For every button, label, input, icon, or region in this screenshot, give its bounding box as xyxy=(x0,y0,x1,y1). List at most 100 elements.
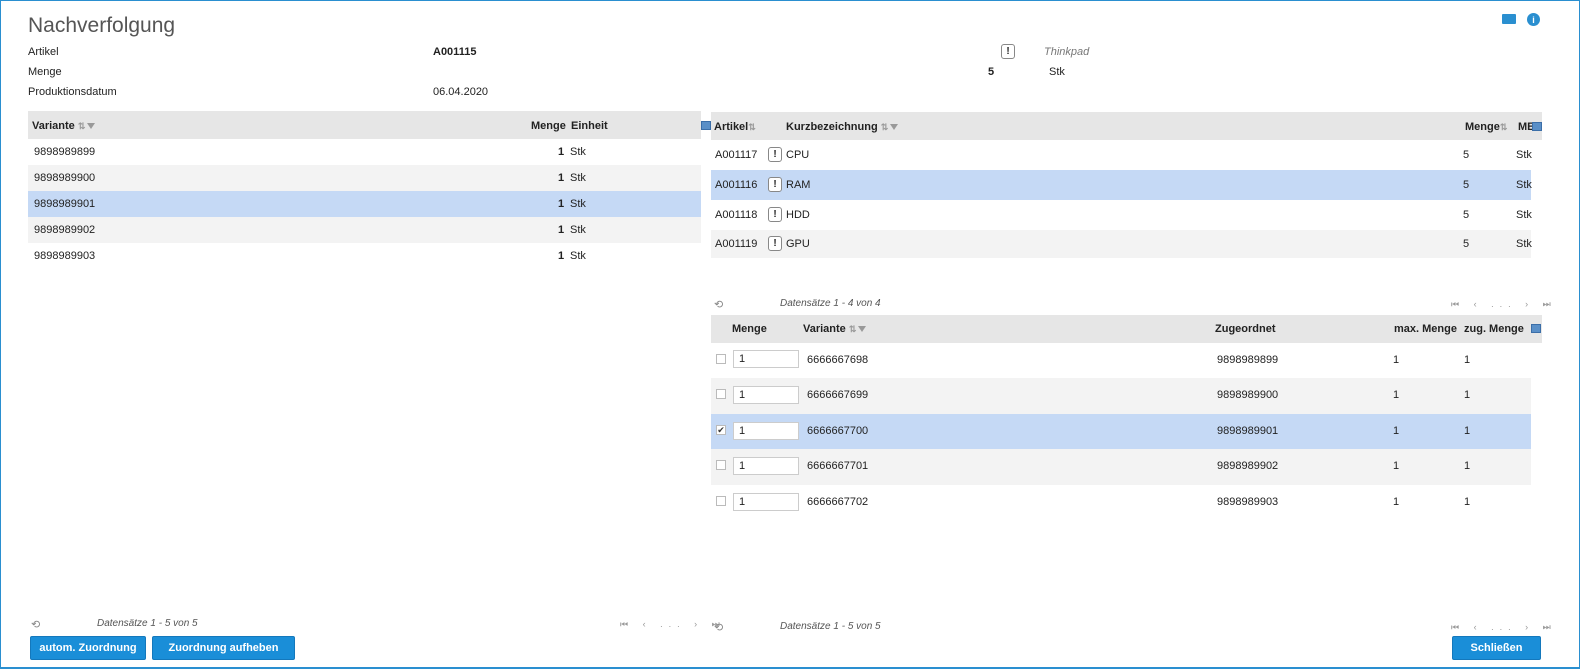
menge-label: Menge xyxy=(28,66,62,78)
column-chooser-icon[interactable] xyxy=(701,121,711,130)
max-menge-cell: 1 xyxy=(1393,354,1400,366)
article-info-button[interactable]: ! xyxy=(768,236,782,251)
pager-controls[interactable]: ⏮ ‹ ... › ⏭ xyxy=(620,619,726,630)
menge-value: 5 xyxy=(988,66,995,78)
col-max-menge[interactable]: max. Menge xyxy=(1394,323,1457,335)
refresh-icon[interactable]: ⟲ xyxy=(714,298,723,311)
kurz-cell: GPU xyxy=(786,238,810,250)
table-row[interactable]: 1 6666667698 9898989899 1 1 xyxy=(711,343,1531,378)
variante-cell: 9898989901 xyxy=(34,198,96,210)
menge-input[interactable]: 1 xyxy=(733,350,799,368)
auto-assign-button[interactable]: autom. Zuordnung xyxy=(30,636,146,660)
filter-icon[interactable] xyxy=(858,326,867,333)
zug-menge-cell: 1 xyxy=(1464,496,1471,508)
menge-input[interactable]: 1 xyxy=(733,422,799,440)
col-einheit[interactable]: Einheit xyxy=(571,120,608,132)
left-table-header: Variante ⇅ Menge Einheit xyxy=(28,111,711,139)
menge-cell: 1 xyxy=(558,250,565,262)
table-row[interactable]: A001119 ! GPU 5 Stk xyxy=(711,230,1532,258)
refresh-icon[interactable]: ⟲ xyxy=(714,621,723,634)
column-chooser-icon[interactable] xyxy=(1532,122,1542,131)
col-artikel[interactable]: Artikel⇅ xyxy=(714,121,756,133)
artikel-info-button[interactable]: ! xyxy=(1001,44,1015,59)
article-info-button[interactable]: ! xyxy=(768,207,782,222)
col-menge[interactable]: Menge⇅ xyxy=(1465,121,1507,133)
zugeordnet-cell: 9898989900 xyxy=(1217,389,1279,401)
table-row[interactable]: 9898989901 1 Stk xyxy=(28,191,701,217)
col-kurzbezeichnung[interactable]: Kurzbezeichnung ⇅ xyxy=(786,121,899,133)
zugeordnet-cell: 9898989902 xyxy=(1217,460,1279,472)
table-row[interactable]: 1 6666667702 9898989903 1 1 xyxy=(711,485,1531,520)
zug-menge-cell: 1 xyxy=(1464,354,1471,366)
table-row[interactable]: 1 6666667699 9898989900 1 1 xyxy=(711,378,1531,414)
table-row[interactable]: 1 6666667701 9898989902 1 1 xyxy=(711,449,1531,485)
row-checkbox[interactable] xyxy=(716,496,726,506)
artikel-value: A001115 xyxy=(433,46,477,58)
kurz-cell: HDD xyxy=(786,209,810,221)
filter-icon[interactable] xyxy=(890,124,899,131)
variante-cell: 9898989902 xyxy=(34,224,96,236)
table-row[interactable]: A001116 ! RAM 5 Stk xyxy=(711,170,1532,200)
close-button[interactable]: Schließen xyxy=(1452,636,1541,660)
table-row[interactable]: 9898989903 1 Stk xyxy=(28,243,701,269)
info-icon[interactable]: i xyxy=(1527,13,1540,26)
article-info-button[interactable]: ! xyxy=(768,147,782,162)
menge-cell: 1 xyxy=(558,172,565,184)
menge-input[interactable]: 1 xyxy=(733,386,799,404)
sort-icon[interactable]: ⇅ xyxy=(78,121,86,131)
col-zugeordnet[interactable]: Zugeordnet xyxy=(1215,323,1276,335)
menge-input[interactable]: 1 xyxy=(733,493,799,511)
table-row[interactable]: A001118 ! HDD 5 Stk xyxy=(711,200,1532,230)
row-checkbox[interactable] xyxy=(716,389,726,399)
artikel-description: Thinkpad xyxy=(1044,46,1090,58)
me-cell: Stk xyxy=(1516,179,1532,191)
table-row[interactable]: 9898989900 1 Stk xyxy=(28,165,701,191)
zugeordnet-cell: 9898989903 xyxy=(1217,496,1279,508)
row-checkbox[interactable] xyxy=(716,460,726,470)
artikel-label: Artikel xyxy=(28,46,59,58)
sort-icon[interactable]: ⇅ xyxy=(881,122,889,132)
max-menge-cell: 1 xyxy=(1393,496,1400,508)
me-cell: Stk xyxy=(1516,149,1532,161)
unassign-button[interactable]: Zuordnung aufheben xyxy=(152,636,295,660)
record-count: Datensätze 1 - 5 von 5 xyxy=(97,618,198,629)
col-variante[interactable]: Variante ⇅ xyxy=(803,323,867,335)
column-chooser-icon[interactable] xyxy=(1531,324,1541,333)
col-zug-menge[interactable]: zug. Menge xyxy=(1464,323,1524,335)
mail-icon[interactable] xyxy=(1502,14,1516,24)
variante-cell: 6666667698 xyxy=(807,354,869,366)
max-menge-cell: 1 xyxy=(1393,460,1400,472)
menge-cell: 5 xyxy=(1463,179,1470,191)
variante-cell: 9898989899 xyxy=(34,146,96,158)
variante-cell: 6666667700 xyxy=(807,425,869,437)
me-cell: Stk xyxy=(1516,238,1532,250)
col-menge[interactable]: Menge xyxy=(732,323,767,335)
filter-icon[interactable] xyxy=(87,123,96,130)
variante-cell: 6666667702 xyxy=(807,496,869,508)
variante-cell: 6666667699 xyxy=(807,389,869,401)
table-row[interactable]: ✔ 1 6666667700 9898989901 1 1 xyxy=(711,414,1531,449)
pager-controls[interactable]: ⏮ ‹ ... › ⏭ xyxy=(1451,299,1557,310)
article-info-button[interactable]: ! xyxy=(768,177,782,192)
row-checkbox[interactable]: ✔ xyxy=(716,425,726,435)
me-cell: Stk xyxy=(1516,209,1532,221)
sort-icon[interactable]: ⇅ xyxy=(849,324,857,334)
col-menge[interactable]: Menge xyxy=(531,120,566,132)
col-variante[interactable]: Variante ⇅ xyxy=(32,120,96,132)
row-checkbox[interactable] xyxy=(716,354,726,364)
menge-unit: Stk xyxy=(1049,66,1065,78)
datum-label: Produktionsdatum xyxy=(28,86,117,98)
menge-input[interactable]: 1 xyxy=(733,457,799,475)
pager-controls[interactable]: ⏮ ‹ ... › ⏭ xyxy=(1451,622,1557,633)
table-row[interactable]: 9898989899 1 Stk xyxy=(28,139,701,165)
table-row[interactable]: 9898989902 1 Stk xyxy=(28,217,701,243)
table-row[interactable]: A001117 ! CPU 5 Stk xyxy=(711,140,1532,170)
datum-value: 06.04.2020 xyxy=(433,86,489,98)
sort-icon[interactable]: ⇅ xyxy=(748,122,756,132)
menge-cell: 1 xyxy=(558,146,565,158)
menge-cell: 1 xyxy=(558,198,565,210)
sort-icon[interactable]: ⇅ xyxy=(1500,122,1508,132)
artikel-cell: A001118 xyxy=(715,209,758,221)
menge-cell: 5 xyxy=(1463,209,1470,221)
refresh-icon[interactable]: ⟲ xyxy=(31,618,40,631)
